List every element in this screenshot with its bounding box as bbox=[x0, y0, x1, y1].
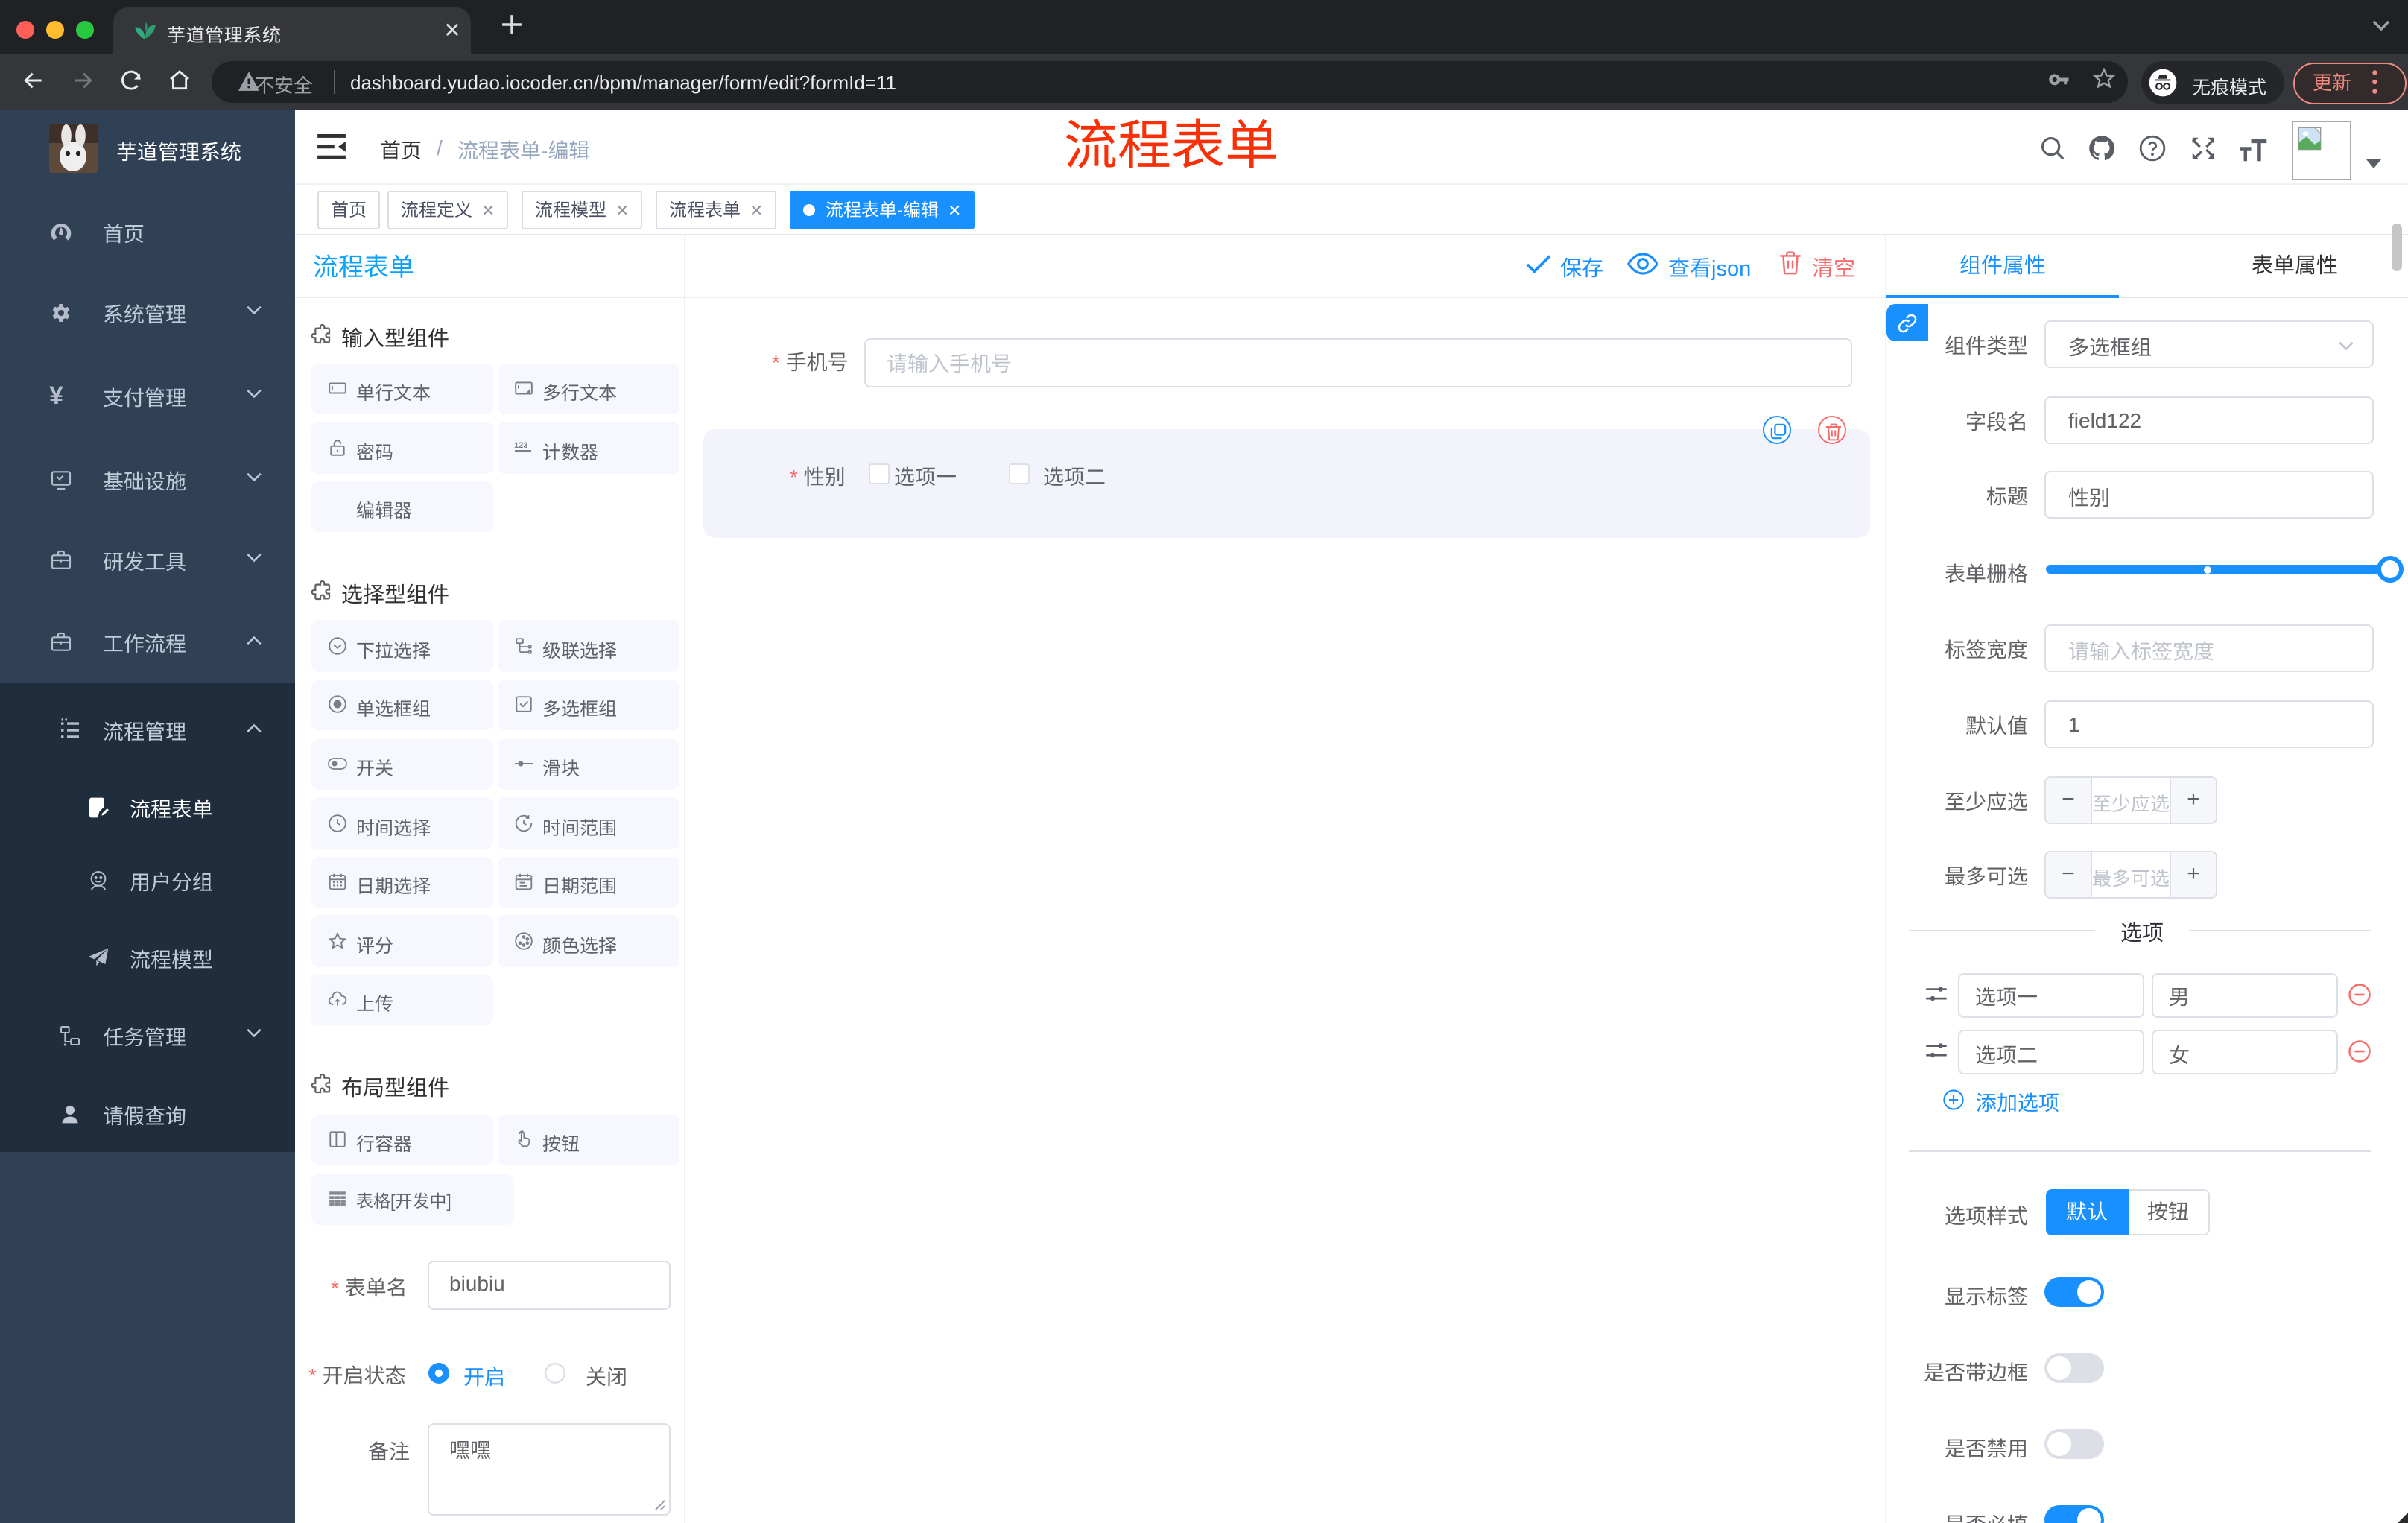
svg-text:123: 123 bbox=[514, 440, 527, 449]
